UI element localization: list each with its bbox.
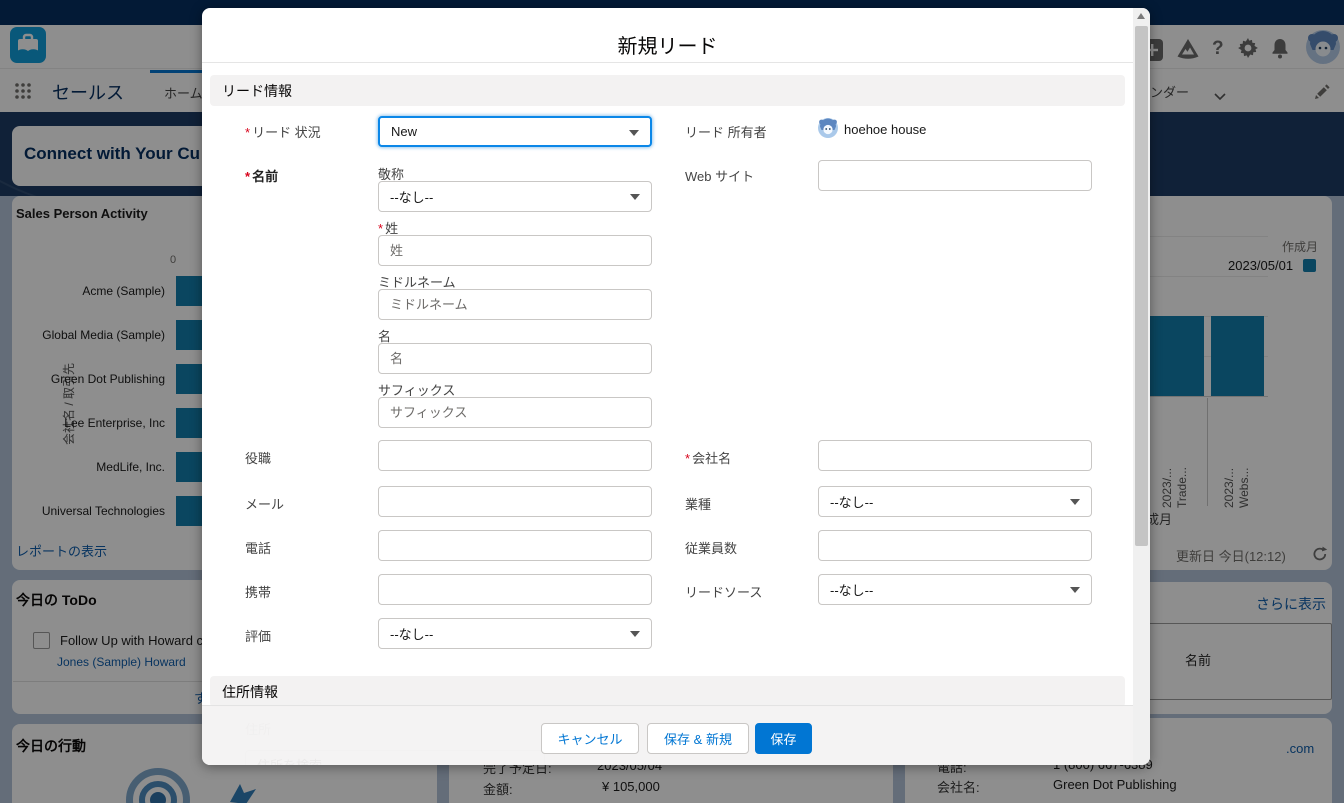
salutation-label-text: 敬称 xyxy=(378,167,404,182)
last-name-label-text: 姓 xyxy=(385,221,398,236)
lead-owner-label: リード 所有者 xyxy=(685,122,767,141)
modal-title: 新規リード xyxy=(202,30,1133,59)
industry-label: 業種 xyxy=(685,494,711,513)
required-mark: * xyxy=(245,125,250,140)
screen: ? セールス ホーム ンダー Connect with Your Cu xyxy=(0,0,1344,803)
lead-status-label: *リード 状況 xyxy=(245,122,321,141)
new-lead-modal: 新規リード リード情報 *リード 状況 New リード 所有者 hoehoe h… xyxy=(202,8,1150,765)
company-label: *会社名 xyxy=(685,448,731,467)
first-name-input[interactable] xyxy=(378,343,652,374)
phone-input[interactable] xyxy=(378,530,652,561)
first-name-label-text: 名 xyxy=(378,329,391,344)
section-lead-info-label: リード情報 xyxy=(222,81,292,101)
industry-label-text: 業種 xyxy=(685,497,711,512)
suffix-label-text: サフィックス xyxy=(378,383,455,398)
job-title-label-text: 役職 xyxy=(245,451,271,466)
section-lead-info: リード情報 xyxy=(210,75,1125,106)
company-label-text: 会社名 xyxy=(692,451,731,466)
required-mark: * xyxy=(378,221,383,236)
lead-owner-value: hoehoe house xyxy=(844,122,926,137)
employees-label: 従業員数 xyxy=(685,538,737,557)
rating-label-text: 評価 xyxy=(245,629,271,644)
required-mark: * xyxy=(685,451,690,466)
middle-name-label-text: ミドルネーム xyxy=(378,275,456,290)
phone-label-text: 電話 xyxy=(245,541,271,556)
website-label-text: Web サイト xyxy=(685,169,754,184)
salutation-value: --なし-- xyxy=(390,187,433,206)
save-and-new-button[interactable]: 保存 & 新規 xyxy=(647,723,749,754)
job-title-label: 役職 xyxy=(245,448,271,467)
cancel-button[interactable]: キャンセル xyxy=(541,723,639,754)
lead-status-label-text: リード 状況 xyxy=(252,125,321,140)
save-button[interactable]: 保存 xyxy=(755,723,812,754)
rating-label: 評価 xyxy=(245,626,271,645)
required-mark: * xyxy=(245,169,250,184)
industry-select[interactable]: --なし-- xyxy=(818,486,1092,517)
lead-source-label-text: リードソース xyxy=(685,585,762,600)
mobile-label: 携帯 xyxy=(245,582,271,601)
company-input[interactable] xyxy=(818,440,1092,471)
employees-label-text: 従業員数 xyxy=(685,541,737,556)
owner-avatar xyxy=(818,118,838,143)
rating-value: --なし-- xyxy=(390,624,433,643)
middle-name-input[interactable] xyxy=(378,289,652,320)
section-address-info-label: 住所情報 xyxy=(222,682,278,702)
email-label-text: メール xyxy=(245,497,284,512)
suffix-input[interactable] xyxy=(378,397,652,428)
modal-header-divider xyxy=(202,62,1150,63)
lead-status-value: New xyxy=(391,124,417,139)
lead-source-label: リードソース xyxy=(685,582,762,601)
job-title-input[interactable] xyxy=(378,440,652,471)
lead-source-value: --なし-- xyxy=(830,580,873,599)
email-input[interactable] xyxy=(378,486,652,517)
modal-scrollbar-thumb[interactable] xyxy=(1135,26,1148,546)
section-address-info: 住所情報 xyxy=(210,676,1125,707)
mobile-label-text: 携帯 xyxy=(245,585,271,600)
lead-owner-label-text: リード 所有者 xyxy=(685,125,767,140)
email-label: メール xyxy=(245,494,284,513)
industry-value: --なし-- xyxy=(830,492,873,511)
name-group-label: *名前 xyxy=(245,166,278,185)
rating-select[interactable]: --なし-- xyxy=(378,618,652,649)
employees-input[interactable] xyxy=(818,530,1092,561)
salutation-select[interactable]: --なし-- xyxy=(378,181,652,212)
name-group-label-text: 名前 xyxy=(252,169,278,184)
scroll-up-arrow-icon[interactable] xyxy=(1137,13,1145,19)
lead-status-select[interactable]: New xyxy=(378,116,652,147)
website-label: Web サイト xyxy=(685,166,754,185)
lead-source-select[interactable]: --なし-- xyxy=(818,574,1092,605)
website-input[interactable] xyxy=(818,160,1092,191)
phone-label: 電話 xyxy=(245,538,271,557)
mobile-input[interactable] xyxy=(378,574,652,605)
last-name-input[interactable] xyxy=(378,235,652,266)
